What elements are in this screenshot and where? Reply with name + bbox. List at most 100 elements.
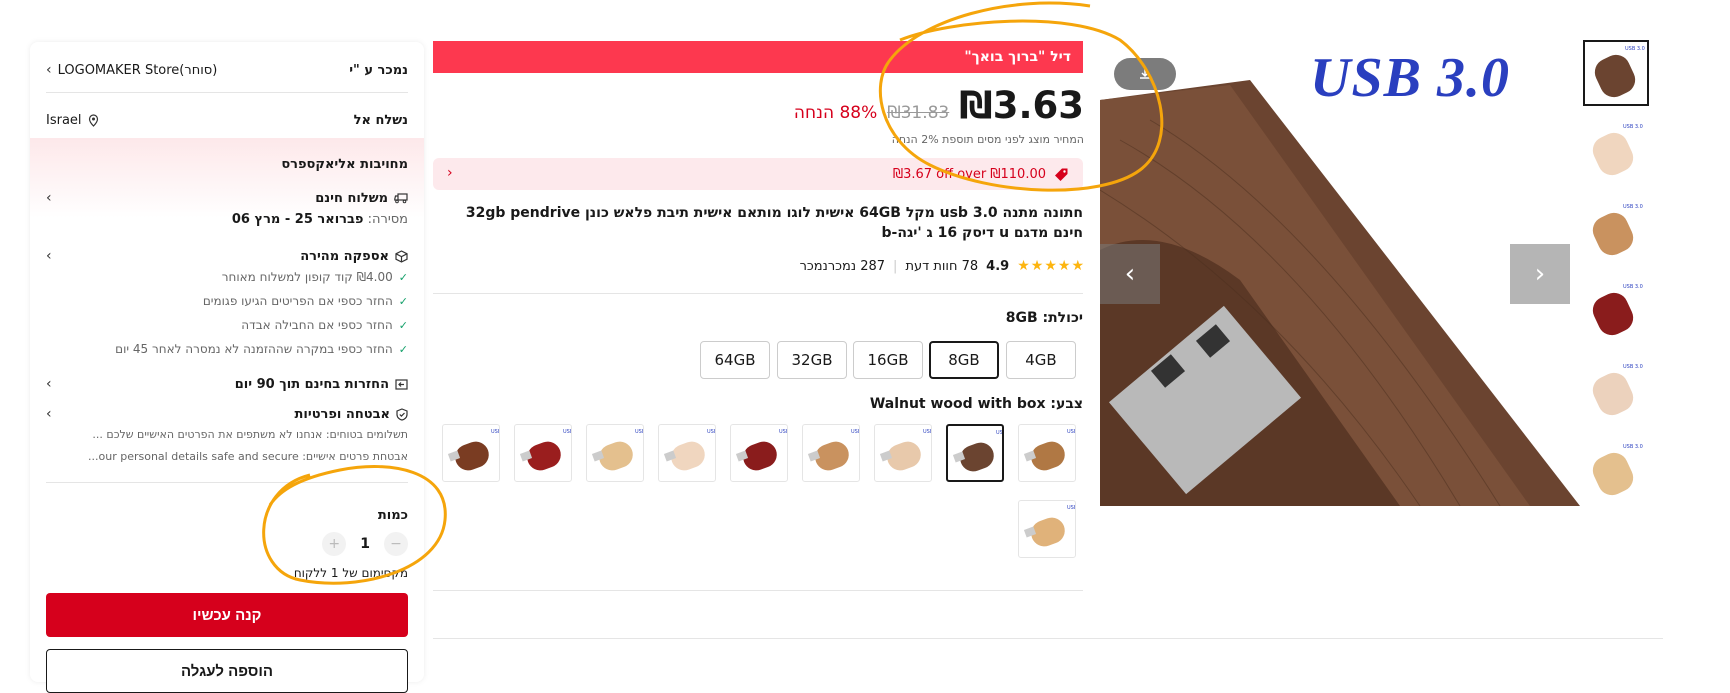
color-swatch[interactable]: USB 3.0 <box>1018 500 1076 558</box>
svg-text:USB 3.0: USB 3.0 <box>1625 46 1645 52</box>
prev-image-button[interactable]: ‹ <box>1100 244 1160 304</box>
chevron-left-icon: ‹ <box>46 376 52 392</box>
color-swatch[interactable]: USB 3.0 <box>658 424 716 482</box>
sold-count: 287 נמכרנמכר <box>799 258 886 274</box>
free-shipping-row[interactable]: ‹ משלוח חינם <box>46 188 408 208</box>
check-icon: ✓ <box>398 271 408 284</box>
divider <box>433 638 1663 639</box>
check-icon: ✓ <box>398 343 408 356</box>
divider <box>46 482 408 483</box>
svg-text:USB 3.0: USB 3.0 <box>851 429 860 435</box>
coupon-bar[interactable]: › ₪3.67 off over ₪110.00 <box>433 158 1083 190</box>
color-label: צבע: <box>1050 396 1083 412</box>
fast-delivery-item: ✓החזר כספי אם הפריטים הגיעו פגומים <box>202 294 408 308</box>
returns-row[interactable]: ‹ החזרות בחינם תוך 90 יום <box>46 374 408 394</box>
seller-label: נמכר ע "י <box>349 62 408 78</box>
chevron-left-icon: ‹ <box>46 406 52 422</box>
box-icon <box>395 249 408 263</box>
star-rating: ★ ★ ★ ★ ★ <box>1017 258 1084 274</box>
capacity-option[interactable]: 4GB <box>1006 341 1076 379</box>
tag-icon <box>1055 168 1068 181</box>
image-thumbnail[interactable]: USB 3.0 <box>1583 120 1649 186</box>
shield-icon <box>396 407 408 421</box>
security-item: תשלומים בטוחים: אנחנו לא משתפים את הפרטי… <box>92 428 408 441</box>
rating-row: ★ ★ ★ ★ ★ 4.9 78 חוות דעת | 287 נמכרנמכר <box>790 258 1084 274</box>
image-thumbnail[interactable]: USB 3.0 <box>1583 440 1649 506</box>
capacity-option[interactable]: 32GB <box>777 341 847 379</box>
capacity-option[interactable]: 8GB <box>929 341 999 379</box>
color-swatch[interactable]: USB 3.0 <box>946 424 1004 482</box>
chevron-left-icon: ‹ <box>46 190 52 206</box>
truck-icon <box>394 193 408 204</box>
svg-text:USB 3.0: USB 3.0 <box>1623 284 1643 290</box>
security-row[interactable]: ‹ אבטחה ופרטיות <box>46 404 408 424</box>
capacity-label: יכולת: <box>1042 310 1084 326</box>
quantity-value[interactable]: 1 <box>360 536 370 552</box>
check-icon: ✓ <box>398 319 408 332</box>
fast-delivery-row[interactable]: ‹ אספקה מהירה <box>46 246 408 266</box>
separator: | <box>893 258 898 274</box>
return-box-icon <box>395 378 408 390</box>
image-thumbnail[interactable]: USB 3.0 <box>1583 360 1649 426</box>
svg-text:USB 3.0: USB 3.0 <box>635 429 644 435</box>
chevron-right-icon: › <box>1534 259 1546 289</box>
product-title: חתונה מתנה 3.0 usb מקל 64GB אישית לוגו מ… <box>465 205 1083 241</box>
svg-text:USB 3.0: USB 3.0 <box>1623 444 1643 450</box>
svg-text:USB 3.0: USB 3.0 <box>1623 364 1643 370</box>
coupon-text: ₪3.67 off over ₪110.00 <box>892 167 1046 182</box>
svg-text:USB 3.0: USB 3.0 <box>491 429 500 435</box>
star-icon: ★ <box>1057 258 1071 274</box>
free-shipping-title: משלוח חינם <box>315 190 388 206</box>
color-swatch[interactable]: USB 3.0 <box>514 424 572 482</box>
rating-score: 4.9 <box>986 258 1010 274</box>
add-to-cart-button[interactable]: הוספה לעגלה <box>46 649 408 693</box>
star-icon: ★ <box>1030 258 1044 274</box>
color-selected: Walnut wood with box <box>869 396 1046 412</box>
color-swatch[interactable]: USB 3.0 <box>730 424 788 482</box>
divider <box>433 590 1083 591</box>
chevron-right-icon: › <box>447 165 453 181</box>
returns-title: החזרות בחינם תוך 90 יום <box>234 376 389 392</box>
color-swatch[interactable]: USB 3.0 <box>802 424 860 482</box>
image-thumbnail[interactable]: USB 3.0 <box>1583 40 1649 106</box>
color-swatch[interactable]: USB 3.0 <box>1018 424 1076 482</box>
current-price: ₪3.63 <box>959 84 1084 127</box>
next-image-button[interactable]: › <box>1510 244 1570 304</box>
fast-delivery-item: ✓₪4.00 קוד קופון למשלוח מאוחר <box>221 270 408 284</box>
divider <box>46 92 408 93</box>
fast-delivery-title: אספקה מהירה <box>300 248 389 264</box>
image-thumbnail[interactable]: USB 3.0 <box>1583 200 1649 266</box>
svg-text:USB 3.0: USB 3.0 <box>1623 204 1643 210</box>
image-thumbnail[interactable]: USB 3.0 <box>1583 280 1649 346</box>
download-button[interactable] <box>1114 58 1176 90</box>
minus-button[interactable]: − <box>384 532 408 556</box>
color-swatch[interactable]: USB 3.0 <box>874 424 932 482</box>
fast-delivery-item: ✓החזר כספי אם החבילה אבדה <box>241 318 408 332</box>
quantity-stepper: + 1 − <box>322 532 408 556</box>
capacity-selected: 8GB <box>1005 310 1038 326</box>
price-block: ₪3.63 ₪31.83 88% הנחה המחיר מוצג לפני מס… <box>790 84 1084 146</box>
purchase-panel: ‹ LOGOMAKER Store(סוחר) נמכר ע "י Israel… <box>30 42 424 693</box>
color-label-row: צבע: Walnut wood with box <box>833 396 1083 412</box>
capacity-option[interactable]: 64GB <box>700 341 770 379</box>
plus-button[interactable]: + <box>322 532 347 556</box>
svg-text:USB 3.0: USB 3.0 <box>779 429 788 435</box>
ship-to-label: נשלח אל <box>353 112 408 128</box>
ship-to-row[interactable]: Israel נשלח אל <box>46 110 408 130</box>
color-swatch[interactable]: USB 3.0 <box>442 424 500 482</box>
review-count[interactable]: 78 חוות דעת <box>905 259 978 274</box>
svg-text:USB 3.0: USB 3.0 <box>1067 505 1076 511</box>
check-icon: ✓ <box>398 295 408 308</box>
ship-country: Israel <box>46 112 82 128</box>
buy-now-button[interactable]: קנה עכשיו <box>46 593 408 637</box>
store-name[interactable]: LOGOMAKER Store(סוחר) <box>58 63 218 78</box>
usb-banner-text: USB 3.0 <box>1310 47 1510 109</box>
capacity-option[interactable]: 16GB <box>853 341 923 379</box>
color-swatch[interactable]: USB 3.0 <box>586 424 644 482</box>
star-icon: ★ <box>1071 258 1084 274</box>
seller-row[interactable]: ‹ LOGOMAKER Store(סוחר) נמכר ע "י <box>46 60 408 80</box>
location-pin-icon <box>88 113 98 127</box>
discount-badge: 88% הנחה <box>793 103 878 123</box>
max-per-customer: מקסימום של 1 ללקוח <box>293 566 408 580</box>
star-icon: ★ <box>1044 258 1057 274</box>
